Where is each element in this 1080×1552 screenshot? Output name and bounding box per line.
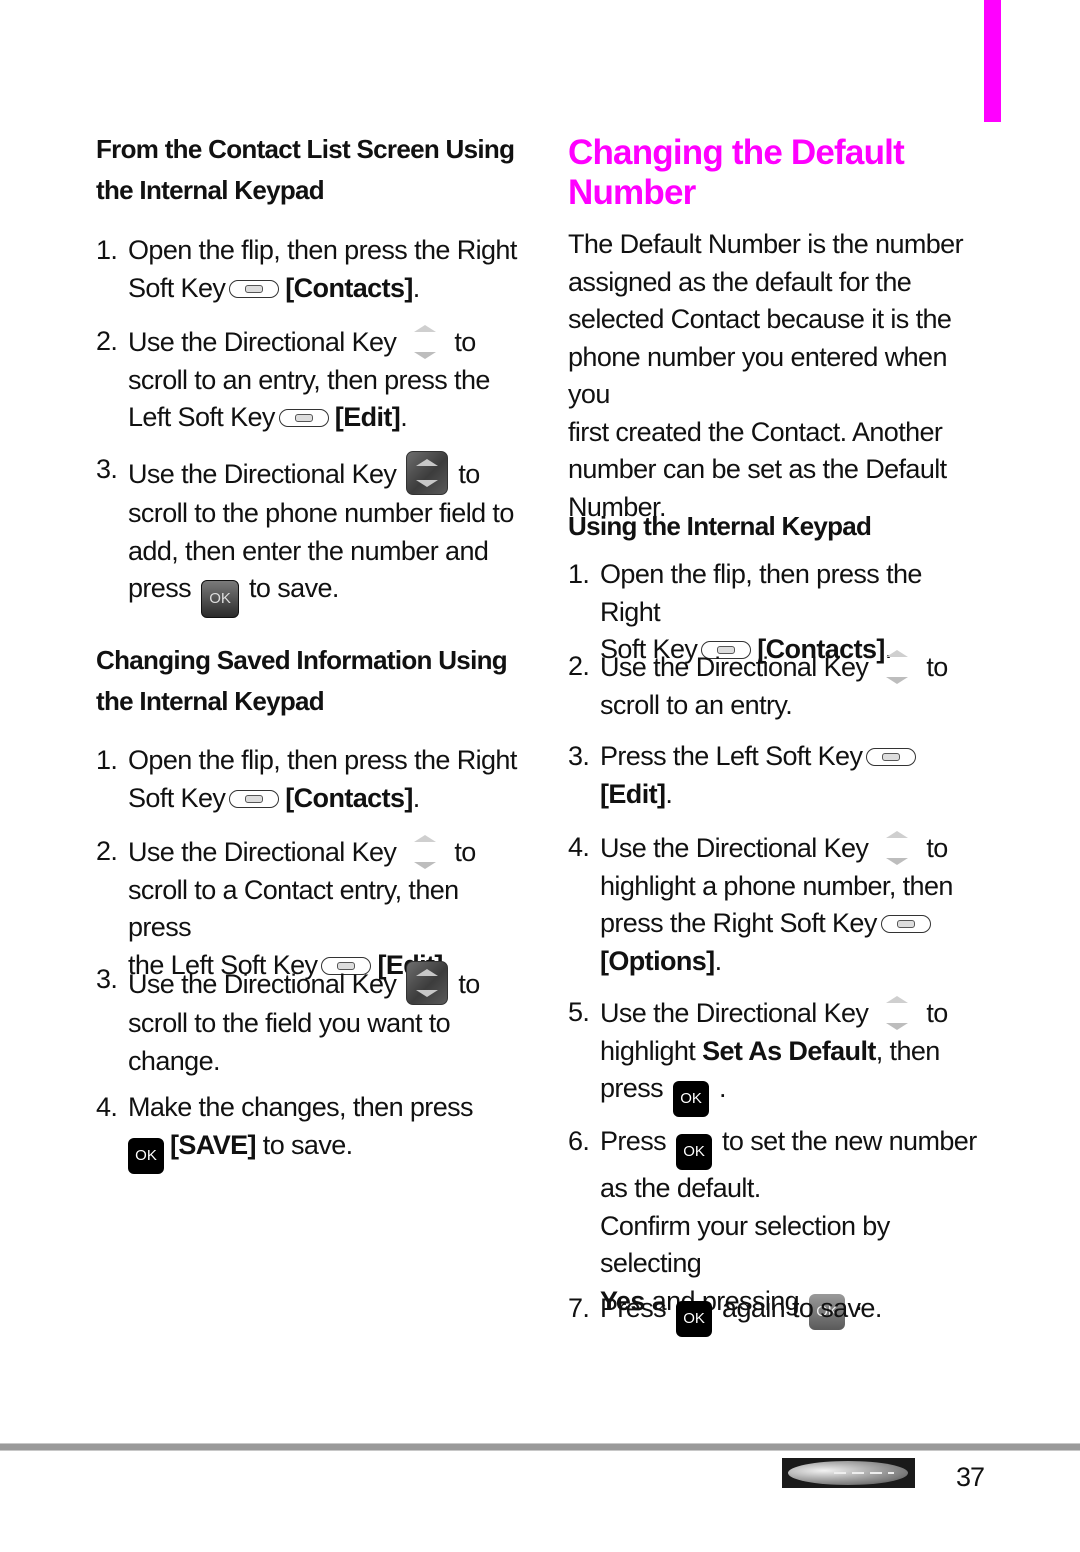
- intro-paragraph: The Default Number is the number assigne…: [568, 229, 964, 522]
- right-soft-key-icon: [229, 279, 280, 298]
- list-item: 4. Make the changes, then press OK [SAVE]…: [96, 1089, 526, 1174]
- footer-logo-icon: [782, 1458, 915, 1488]
- list-item: 2. Use the Directional Key to scroll to a…: [568, 648, 988, 724]
- ok-key-icon: OK: [673, 1081, 710, 1117]
- section-heading-contact-list: From the Contact List Screen Using the I…: [96, 134, 515, 205]
- directional-key-icon: [406, 451, 449, 495]
- directional-key-icon: [882, 994, 912, 1032]
- left-soft-key-icon: [278, 409, 329, 427]
- directional-key-icon: [882, 648, 912, 686]
- list-item: 3. Use the Directional Key to scroll to t…: [96, 451, 526, 618]
- directional-key-icon: [406, 961, 449, 1005]
- ok-key-icon: OK: [201, 580, 240, 618]
- list-item: 4. Use the Directional Key to highlight a…: [568, 829, 988, 980]
- page-number: 37: [956, 1462, 985, 1492]
- footer-divider: [0, 1443, 1080, 1451]
- section-heading-using-internal-keypad: Using the Internal Keypad: [568, 511, 872, 541]
- section-accent-tab: [984, 0, 1001, 122]
- directional-key-icon: [410, 833, 440, 871]
- ok-key-icon: OK: [128, 1137, 164, 1174]
- ok-key-icon: OK: [676, 1134, 713, 1170]
- ok-key-icon: OK: [676, 1301, 713, 1337]
- right-soft-key-icon: [880, 915, 931, 933]
- page-title: Changing the Default Number: [568, 133, 905, 212]
- directional-key-icon: [410, 323, 440, 361]
- list-item: 2. Use the Directional Key to scroll to a…: [96, 323, 526, 437]
- list-item: 5. Use the Directional Key to highlight S…: [568, 994, 988, 1117]
- right-soft-key-icon: [229, 789, 280, 808]
- list-item: 3. Press the Left Soft Key [Edit].: [568, 738, 988, 813]
- section-heading-changing-saved-info: Changing Saved Information Using the Int…: [96, 645, 508, 716]
- directional-key-icon: [882, 829, 912, 867]
- left-soft-key-icon: [866, 748, 917, 766]
- list-item: 7. Press OK again to save.: [568, 1290, 988, 1337]
- list-item: 3. Use the Directional Key to scroll to t…: [96, 961, 526, 1080]
- list-item: 1. Open the flip, then press the Right S…: [96, 235, 517, 303]
- list-item: 1. Open the flip, then press the Right S…: [96, 745, 517, 813]
